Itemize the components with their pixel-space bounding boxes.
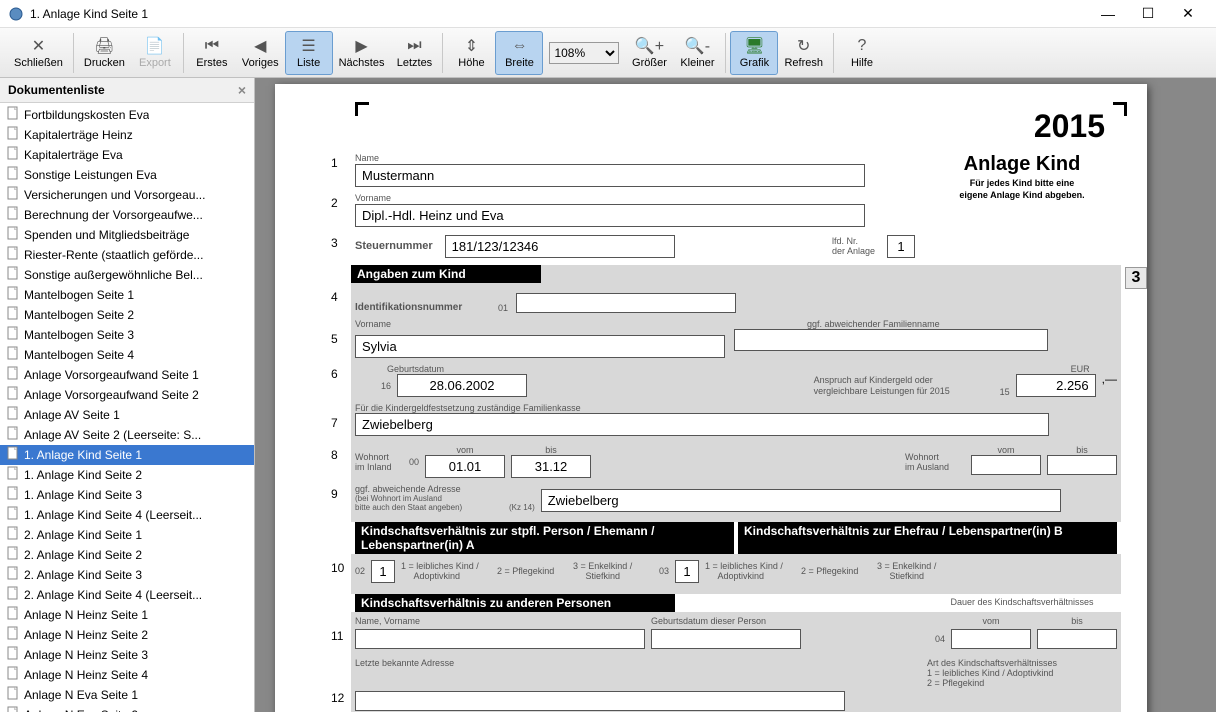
famkasse-value: Zwiebelberg — [355, 413, 1049, 436]
sidebar-item[interactable]: Kapitalerträge Eva — [0, 145, 254, 165]
sidebar-item[interactable]: 1. Anlage Kind Seite 4 (Leerseit... — [0, 505, 254, 525]
last-tool[interactable]: ⏭Letztes — [390, 31, 438, 75]
vorname-value: Dipl.-Hdl. Heinz und Eva — [355, 204, 865, 227]
next-tool[interactable]: ▶Nächstes — [333, 31, 391, 75]
crop-mark-tl — [355, 102, 369, 116]
sidebar-list[interactable]: Fortbildungskosten EvaKapitalerträge Hei… — [0, 103, 254, 712]
sidebar-item[interactable]: Anlage N Eva Seite 2 — [0, 705, 254, 712]
sidebar-item[interactable]: 1. Anlage Kind Seite 2 — [0, 465, 254, 485]
smaller-tool[interactable]: 🔍-Kleiner — [673, 31, 721, 75]
sidebar-item[interactable]: Mantelbogen Seite 3 — [0, 325, 254, 345]
anspruch-value: 2.256 — [1016, 374, 1096, 397]
sidebar-item[interactable]: Spenden und Mitgliedsbeiträge — [0, 225, 254, 245]
window-title: 1. Anlage Kind Seite 1 — [30, 7, 1088, 21]
row11-name — [355, 629, 645, 649]
sec-kind: Angaben zum Kind — [351, 265, 541, 283]
name-label: Name — [355, 153, 1117, 163]
close-button[interactable]: ✕ — [1168, 1, 1208, 27]
sidebar-item[interactable]: Kapitalerträge Heinz — [0, 125, 254, 145]
sidebar-item[interactable]: Anlage AV Seite 2 (Leerseite: S... — [0, 425, 254, 445]
sidebar-item[interactable]: Anlage AV Seite 1 — [0, 405, 254, 425]
kind-vorname: Sylvia — [355, 335, 725, 358]
titlebar: 1. Anlage Kind Seite 1 — ☐ ✕ — [0, 0, 1216, 28]
larger-tool[interactable]: 🔍+Größer — [625, 31, 673, 75]
toolbar: ✕Schließen 🖨Drucken 📄Export ⏮Erstes ◀Vor… — [0, 28, 1216, 78]
sidebar-item[interactable]: 1. Anlage Kind Seite 1 — [0, 445, 254, 465]
sidebar-close-icon[interactable]: × — [238, 82, 246, 98]
id-value — [516, 293, 736, 313]
row11-geb — [651, 629, 801, 649]
close-tool[interactable]: ✕Schließen — [8, 31, 69, 75]
first-tool[interactable]: ⏮Erstes — [188, 31, 236, 75]
sidebar-item[interactable]: 2. Anlage Kind Seite 1 — [0, 525, 254, 545]
sidebar: Dokumentenliste × Fortbildungskosten Eva… — [0, 78, 255, 712]
minimize-button[interactable]: — — [1088, 1, 1128, 27]
kva-value: 1 — [371, 560, 395, 583]
graphic-tool[interactable]: 🖥Grafik — [730, 31, 778, 75]
name-value: Mustermann — [355, 164, 865, 187]
sidebar-item[interactable]: Anlage N Heinz Seite 4 — [0, 665, 254, 685]
preview-pane[interactable]: 2015 Anlage Kind Für jedes Kind bitte ei… — [255, 78, 1216, 712]
sidebar-item[interactable]: Versicherungen und Vorsorgeau... — [0, 185, 254, 205]
page-side-num: 3 — [1125, 267, 1147, 289]
vom-value: 01.01 — [425, 455, 505, 478]
steuernr-label: Steuernummer — [355, 240, 433, 252]
sidebar-item[interactable]: 1. Anlage Kind Seite 3 — [0, 485, 254, 505]
row11-vom — [951, 629, 1031, 649]
bis-value: 31.12 — [511, 455, 591, 478]
sidebar-item[interactable]: 2. Anlage Kind Seite 3 — [0, 565, 254, 585]
sec-kvb: Kindschaftsverhältnis zur Ehefrau / Lebe… — [738, 522, 1117, 554]
sidebar-item[interactable]: Anlage N Eva Seite 1 — [0, 685, 254, 705]
sidebar-item[interactable]: Sonstige Leistungen Eva — [0, 165, 254, 185]
width-tool[interactable]: ⇔Breite — [495, 31, 543, 75]
geb-value: 28.06.2002 — [397, 374, 527, 397]
page: 2015 Anlage Kind Für jedes Kind bitte ei… — [275, 84, 1147, 712]
export-tool[interactable]: 📄Export — [131, 31, 179, 75]
abw-fam — [734, 329, 1048, 351]
sidebar-item[interactable]: 2. Anlage Kind Seite 4 (Leerseit... — [0, 585, 254, 605]
refresh-tool[interactable]: ↻Refresh — [778, 31, 829, 75]
sidebar-title: Dokumentenliste — [8, 83, 105, 97]
crop-mark-tr — [1113, 102, 1127, 116]
abw-adr-value: Zwiebelberg — [541, 489, 1061, 512]
bis-ausland — [1047, 455, 1117, 475]
list-tool[interactable]: ☰Liste — [285, 31, 333, 75]
year: 2015 — [305, 108, 1117, 145]
sidebar-item[interactable]: Fortbildungskosten Eva — [0, 105, 254, 125]
sec-andere: Kindschaftsverhältnis zu anderen Persone… — [355, 594, 675, 612]
sidebar-header: Dokumentenliste × — [0, 78, 254, 103]
kvb-value: 1 — [675, 560, 699, 583]
prev-tool[interactable]: ◀Voriges — [236, 31, 285, 75]
sidebar-item[interactable]: Berechnung der Vorsorgeaufwe... — [0, 205, 254, 225]
steuernr-value: 181/123/12346 — [445, 235, 675, 258]
height-tool[interactable]: ⇕Höhe — [447, 31, 495, 75]
sidebar-item[interactable]: Anlage N Heinz Seite 2 — [0, 625, 254, 645]
row12-adr — [355, 691, 845, 711]
sidebar-item[interactable]: Riester-Rente (staatlich geförde... — [0, 245, 254, 265]
app-icon — [8, 6, 24, 22]
sidebar-item[interactable]: 2. Anlage Kind Seite 2 — [0, 545, 254, 565]
help-tool[interactable]: ?Hilfe — [838, 31, 886, 75]
sidebar-item[interactable]: Mantelbogen Seite 1 — [0, 285, 254, 305]
lfd-value: 1 — [887, 235, 915, 258]
sidebar-item[interactable]: Anlage Vorsorgeaufwand Seite 2 — [0, 385, 254, 405]
vorname-label: Vorname — [355, 193, 1117, 203]
sidebar-item[interactable]: Mantelbogen Seite 4 — [0, 345, 254, 365]
sidebar-item[interactable]: Sonstige außergewöhnliche Bel... — [0, 265, 254, 285]
sidebar-item[interactable]: Anlage N Heinz Seite 3 — [0, 645, 254, 665]
print-tool[interactable]: 🖨Drucken — [78, 31, 131, 75]
maximize-button[interactable]: ☐ — [1128, 1, 1168, 27]
zoom-select[interactable]: 108% — [549, 42, 619, 64]
vom-ausland — [971, 455, 1041, 475]
sidebar-item[interactable]: Anlage Vorsorgeaufwand Seite 1 — [0, 365, 254, 385]
sidebar-item[interactable]: Mantelbogen Seite 2 — [0, 305, 254, 325]
sec-kva: Kindschaftsverhältnis zur stpfl. Person … — [355, 522, 734, 554]
sidebar-item[interactable]: Anlage N Heinz Seite 1 — [0, 605, 254, 625]
row11-bis — [1037, 629, 1117, 649]
